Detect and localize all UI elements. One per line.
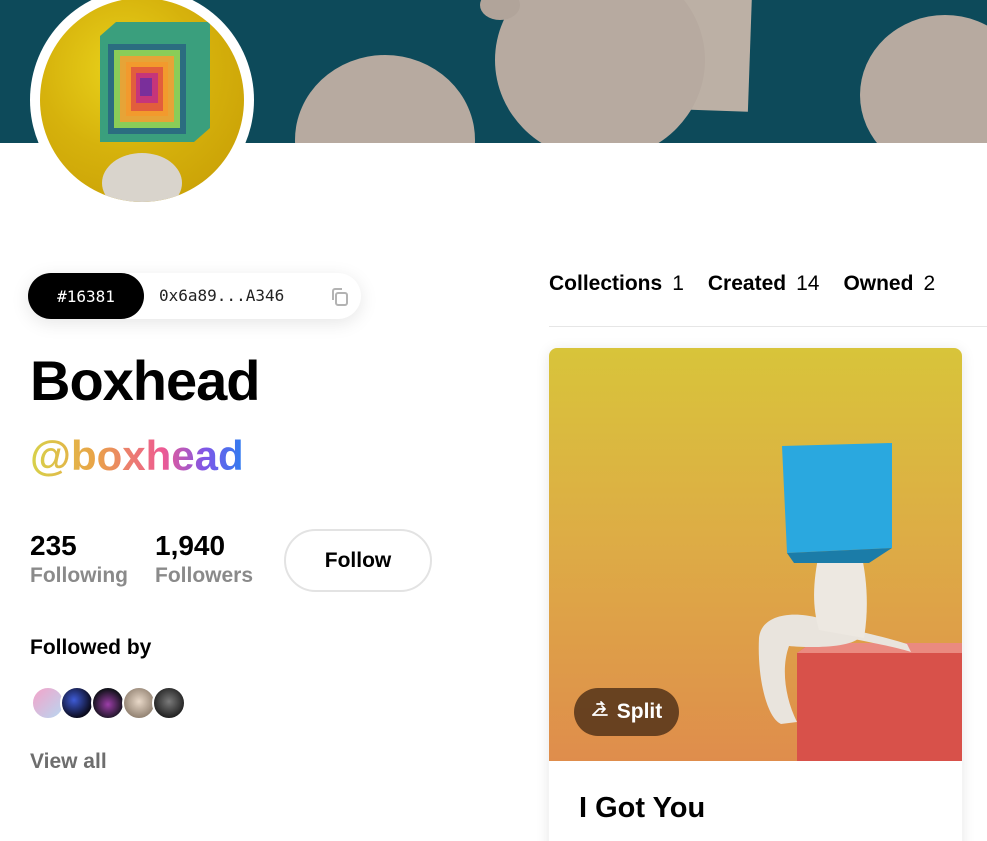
cover-figure-head-3 (860, 15, 987, 143)
split-label: Split (616, 700, 663, 723)
cover-figure-head-1 (295, 55, 475, 143)
artwork-card[interactable]: Split I Got You (549, 348, 962, 841)
followed-by-title: Followed by (30, 636, 152, 659)
profile-avatar (30, 0, 254, 212)
wallet-id-pill: #16381 0x6a89...A346 (28, 273, 361, 319)
follower-avatar-5[interactable] (152, 686, 186, 720)
tab-label: Collections (549, 272, 663, 295)
followers-stat[interactable]: 1,940 Followers (155, 530, 253, 588)
token-id-badge: #16381 (28, 273, 144, 319)
tab-label: Created (707, 272, 787, 295)
tab-count: 1 (672, 272, 684, 295)
following-count: 235 (30, 530, 77, 561)
profile-handle[interactable]: @boxhead (30, 432, 244, 480)
follower-avatar-2[interactable] (60, 686, 94, 720)
following-stat[interactable]: 235 Following (30, 530, 128, 588)
cover-figure-head-2 (495, 0, 705, 143)
tab-created[interactable]: Created 14 (708, 272, 820, 304)
followers-count: 1,940 (155, 530, 226, 561)
split-badge: Split (574, 688, 679, 736)
profile-display-name: Boxhead (30, 349, 260, 412)
follower-avatar-3[interactable] (91, 686, 125, 720)
following-label: Following (30, 564, 128, 587)
tab-label: Owned (843, 272, 914, 295)
profile-tabs: Collections 1 Created 14 Owned 2 (549, 272, 935, 304)
tab-count: 2 (923, 272, 936, 295)
view-all-followers-link[interactable]: View all (30, 750, 107, 774)
copy-icon[interactable] (330, 287, 350, 307)
artwork-title[interactable]: I Got You (579, 792, 705, 825)
follow-button[interactable]: Follow (284, 529, 432, 592)
followers-label: Followers (155, 564, 254, 587)
tabs-divider (549, 326, 987, 327)
split-icon (591, 700, 611, 724)
tab-count: 14 (796, 272, 820, 295)
tab-owned[interactable]: Owned 2 (843, 272, 935, 304)
tab-collections[interactable]: Collections 1 (549, 272, 684, 304)
follower-avatar-4[interactable] (122, 686, 156, 720)
wallet-address: 0x6a89...A346 (159, 286, 285, 305)
avatar-image (40, 0, 244, 202)
